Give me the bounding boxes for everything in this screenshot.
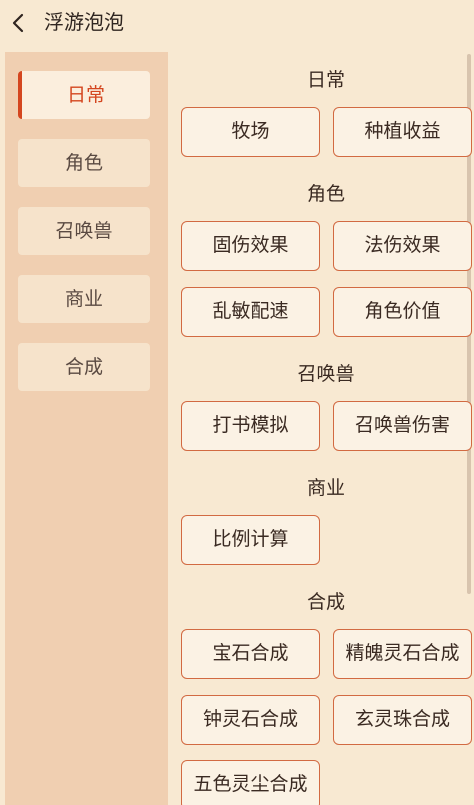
ranch-button[interactable]: 牧场 (181, 107, 320, 157)
section-title-daily: 日常 (306, 69, 345, 91)
spirit-pearl-synthesis-button[interactable]: 玄灵珠合成 (333, 695, 472, 745)
character-value-button[interactable]: 角色价值 (333, 287, 472, 337)
page-title: 浮游泡泡 (44, 10, 124, 34)
sidebar-item-daily[interactable]: 日常 (18, 71, 150, 119)
skill-book-sim-button[interactable]: 打书模拟 (181, 401, 320, 451)
section-title-summon: 召唤兽 (297, 363, 355, 385)
magic-damage-button[interactable]: 法伤效果 (333, 221, 472, 271)
planting-income-button[interactable]: 种植收益 (333, 107, 472, 157)
sidebar-item-synthesis[interactable]: 合成 (18, 343, 150, 391)
bell-stone-synthesis-button[interactable]: 钟灵石合成 (181, 695, 320, 745)
top-bar: 浮游泡泡 (0, 0, 474, 46)
fixed-damage-button[interactable]: 固伤效果 (181, 221, 320, 271)
sidebar: 日常 角色 召唤兽 商业 合成 (5, 52, 168, 805)
back-icon[interactable] (6, 10, 30, 36)
section-title-character: 角色 (306, 183, 345, 205)
sidebar-item-business[interactable]: 商业 (18, 275, 150, 323)
sidebar-item-character[interactable]: 角色 (18, 139, 150, 187)
speed-config-button[interactable]: 乱敏配速 (181, 287, 320, 337)
gem-synthesis-button[interactable]: 宝石合成 (181, 629, 320, 679)
five-color-dust-synthesis-button[interactable]: 五色灵尘合成 (181, 760, 320, 805)
section-title-synthesis: 合成 (306, 591, 345, 613)
ratio-calc-button[interactable]: 比例计算 (181, 515, 320, 565)
section-title-business: 商业 (306, 477, 345, 499)
spirit-stone-synthesis-button[interactable]: 精魄灵石合成 (333, 629, 472, 679)
summon-damage-button[interactable]: 召唤兽伤害 (333, 401, 472, 451)
sidebar-item-summon[interactable]: 召唤兽 (18, 207, 150, 255)
